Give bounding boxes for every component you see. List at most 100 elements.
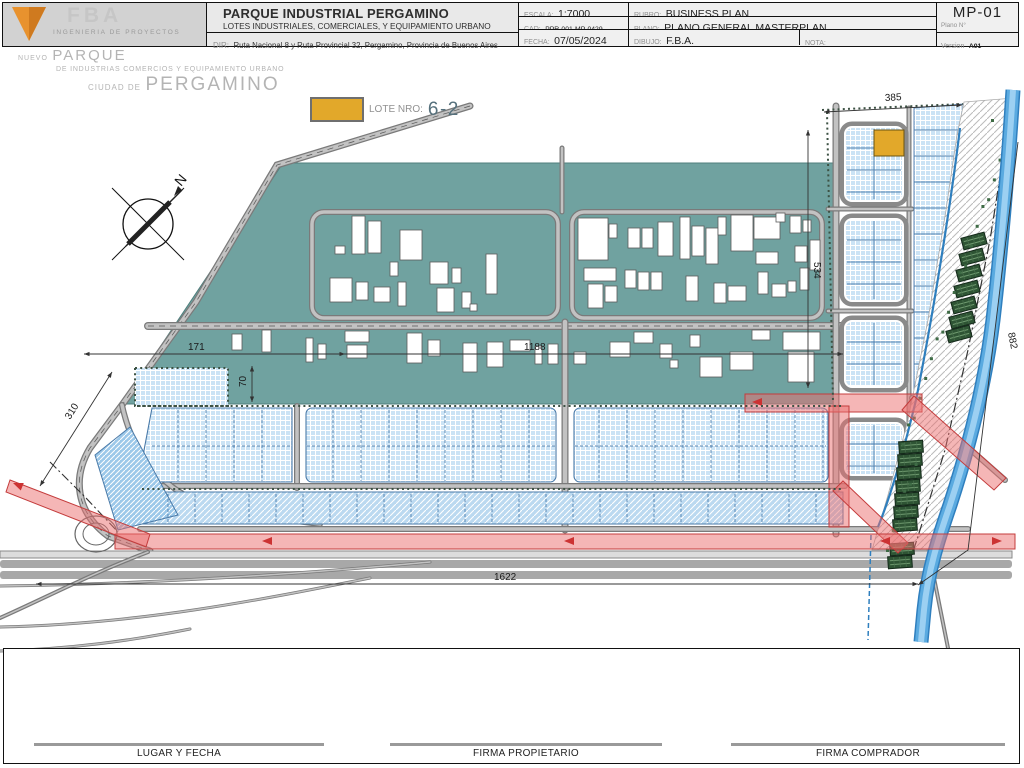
version-label: Version [941,43,964,50]
building-footprint [642,228,653,248]
building-footprint [795,246,807,262]
building-footprint [352,216,365,254]
building-footprint [588,284,603,308]
shrub-dot [976,225,979,228]
building-footprint [628,228,640,248]
building-footprint [356,282,368,300]
shrub-dot [993,178,996,181]
red-road [829,406,849,527]
building-footprint [634,332,653,343]
dim-310: 310 [63,401,81,421]
building-footprint [706,228,718,264]
dim-534: 534 [811,262,822,279]
highway-lane [0,560,1012,568]
shrub-dot [953,291,956,294]
building-footprint [347,345,367,358]
signature-label: FIRMA PROPIETARIO [390,746,662,759]
building-footprint [788,281,796,292]
legend-label: LOTE NRO: [369,104,423,115]
banner-line2: DE INDUSTRIAS COMERCIOS Y EQUIPAMIENTO U… [56,66,284,73]
legend-lot-swatch [310,97,364,122]
rubro-plano-cell: RUBRO: BUSINESS PLAN PLANO: PLANO GENERA… [629,3,937,46]
tree-row-icon [899,440,924,454]
banner-line1-prefix: NUEVO [18,55,48,62]
dim-171: 171 [188,342,205,353]
building-footprint [730,352,753,370]
shrub-dot [987,198,990,201]
building-footprint [651,272,662,290]
north-arrow-compass: N [112,171,190,260]
building-footprint [330,278,352,302]
building-footprint [714,283,726,303]
building-footprint [803,220,811,232]
building-footprint [578,218,608,260]
building-footprint [306,338,313,362]
shrub-dot [907,423,910,426]
compass-north-label: N [171,171,190,189]
building-footprint [463,343,477,372]
tree-row-icon [888,555,913,569]
dim-1188: 1188 [524,342,546,353]
masterplan-sheet: 385 534 882 171 1188 70 310 1622 N FBA I… [0,0,1024,768]
tree-row-icon [894,505,919,519]
title-block: FBA INGENIERIA DE PROYECTOS PARQUE INDUS… [2,2,1019,47]
project-banner: NUEVO PARQUE DE INDUSTRIAS COMERCIOS Y E… [18,48,284,94]
lot-block [574,408,828,482]
company-logo-icon [11,5,49,43]
building-footprint [486,254,497,294]
building-footprint [728,286,746,301]
shrub-dot [924,377,927,380]
rubro-value: BUSINESS PLAN [666,8,749,17]
plano-value: PLANO GENERAL MASTERPLAN [664,22,826,30]
project-title: PARQUE INDUSTRIAL PERGAMINO [223,6,449,21]
building-footprint [756,252,778,264]
highway-lane [0,551,1012,558]
lot-block [138,408,292,482]
building-footprint [660,344,672,358]
shrub-dot [903,490,906,493]
shrub-dot [981,205,984,208]
scale-cad-date-cell: ESCALA: 1:7000 CAD: PPR-001-MP-0429 FECH… [519,3,629,46]
project-title-cell: PARQUE INDUSTRIAL PERGAMINO LOTES INDUST… [207,3,519,46]
sheet-number-label: Plano N° [941,22,966,29]
fecha-label: FECHA: [524,39,550,45]
lot-strip [132,492,843,524]
building-footprint [368,221,381,253]
legend-lot-number: 6-2 [428,99,460,121]
signature-label: FIRMA COMPRADOR [731,746,1005,759]
building-footprint [605,286,617,302]
banner-line3-prefix: CIUDAD DE [88,83,141,92]
tree-row-icon [896,479,921,493]
logo-cell: FBA INGENIERIA DE PROYECTOS [3,3,207,46]
building-footprint [772,284,786,297]
building-footprint [487,342,503,367]
dim-70: 70 [238,375,249,387]
building-footprint [398,282,406,306]
building-footprint [232,334,242,350]
building-footprint [318,344,326,359]
building-footprint [452,268,461,283]
building-footprint [610,342,630,357]
sheet-number-cell: MP-01 Plano N° Version A01 [937,3,1018,46]
building-footprint [400,230,422,260]
building-footprint [790,216,801,233]
legend: LOTE NRO: 6-2 [310,97,460,122]
shrub-dot [936,337,939,340]
building-footprint [437,288,454,312]
building-footprint [692,226,704,256]
building-footprint [690,335,700,347]
sheet-number: MP-01 [937,4,1018,21]
tree-row-icon [898,453,923,467]
dibujo-label: DIBUJO: [634,39,662,45]
shrub-dot [959,271,962,274]
address-row: DIR: Ruta Nacional 8 y Ruta Provincial 3… [207,32,518,48]
lot-block [306,408,556,482]
building-footprint [670,360,678,368]
escala-value: 1:7000 [558,8,590,17]
signature-label: LUGAR Y FECHA [34,746,324,759]
building-footprint [390,262,398,276]
shrub-dot [897,509,900,512]
project-subtitle: LOTES INDUSTRIALES, COMERCIALES, Y EQUIP… [223,21,491,31]
shrub-dot [915,463,918,466]
tree-row-icon [897,466,922,480]
